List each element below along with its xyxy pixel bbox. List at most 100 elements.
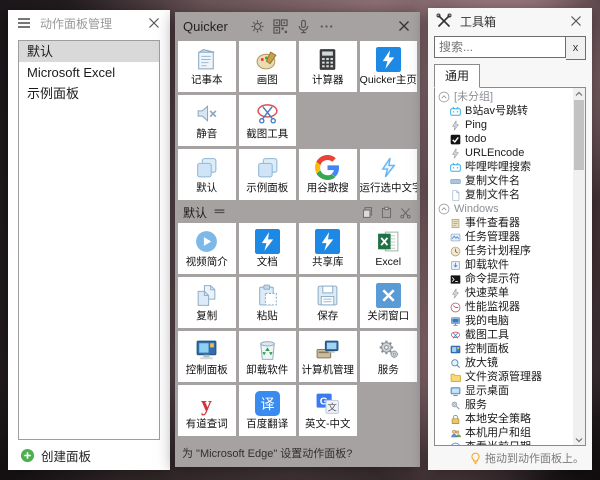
action-label: 默认 [196, 183, 217, 194]
toolbox-item[interactable]: 服务 [437, 398, 571, 412]
context-action-grid: 记事本 画图 计算器 Quicker主页 静音 [175, 40, 420, 202]
action-cell[interactable]: 控制面板 [178, 331, 236, 382]
action-cell[interactable]: 用谷歌搜 [299, 149, 357, 200]
create-panel-button[interactable]: 创建面板 [8, 440, 170, 470]
close-icon[interactable] [146, 15, 162, 31]
toolbox-item-label: Windows [454, 202, 499, 216]
scrollbar[interactable] [573, 88, 585, 445]
toolbox-item[interactable]: 哔哩哔哩搜索 [437, 160, 571, 174]
cut-icon[interactable] [399, 206, 412, 219]
qrcode-icon[interactable] [273, 19, 288, 34]
toolbox-item[interactable]: 控制面板 [437, 342, 571, 356]
toolbox-item[interactable]: 查看当前日期 [437, 440, 571, 445]
toolbox-item[interactable]: 性能监视器 [437, 300, 571, 314]
toolbox-item[interactable]: 复制文件名 [437, 188, 571, 202]
action-cell[interactable]: 截图工具 [239, 95, 297, 146]
toolbox-item-label: 截图工具 [465, 328, 509, 342]
action-cell[interactable]: 卸载软件 [239, 331, 297, 382]
microphone-icon[interactable] [296, 19, 311, 34]
close-icon[interactable] [568, 13, 584, 29]
toolbox-item[interactable]: todo [437, 132, 571, 146]
action-cell[interactable]: 视频简介 [178, 223, 236, 274]
toolbox-item[interactable]: 卸载软件 [437, 258, 571, 272]
panels-icon [255, 155, 280, 180]
action-cell[interactable]: 关闭窗口 [360, 277, 418, 328]
scroll-up-icon[interactable] [573, 88, 585, 99]
drag-tip-label: 拖动到动作面板上。 [485, 450, 584, 466]
close-icon[interactable] [396, 18, 412, 34]
toolbox-item[interactable]: Ping [437, 118, 571, 132]
tab-general[interactable]: 通用 [434, 64, 480, 88]
panel-list: 默认 Microsoft Excel 示例面板 [18, 40, 160, 440]
action-label: 静音 [196, 129, 217, 140]
toolbox-item[interactable]: 我的电脑 [437, 314, 571, 328]
action-label: 截图工具 [246, 129, 288, 140]
toolbox-item-label: 查看当前日期 [465, 440, 531, 445]
panel-list-item[interactable]: 示例面板 [19, 83, 159, 104]
action-label: 计算机管理 [302, 365, 355, 376]
menu-icon[interactable] [213, 206, 226, 219]
action-label: 画图 [257, 75, 278, 86]
toolbox-item-label: 任务管理器 [465, 230, 520, 244]
google-g-icon [315, 155, 340, 180]
action-cell[interactable]: 文档 [239, 223, 297, 274]
toolbox-item[interactable]: 任务计划程序 [437, 244, 571, 258]
svg-text:y: y [201, 392, 212, 416]
more-icon[interactable] [319, 19, 334, 34]
action-cell[interactable]: Excel [360, 223, 418, 274]
action-cell[interactable]: 共享库 [299, 223, 357, 274]
toolbox-item[interactable]: 截图工具 [437, 328, 571, 342]
toolbox-item[interactable]: 复制文件名 [437, 174, 571, 188]
action-cell[interactable]: 记事本 [178, 41, 236, 92]
action-cell[interactable]: 保存 [299, 277, 357, 328]
scrollbar-thumb[interactable] [574, 100, 584, 170]
toolbox-item[interactable]: URLEncode [437, 146, 571, 160]
action-cell[interactable]: 译 百度翻译 [239, 385, 297, 436]
action-cell[interactable]: 静音 [178, 95, 236, 146]
toolbox-item[interactable]: 显示桌面 [437, 384, 571, 398]
action-label: 关闭窗口 [367, 311, 409, 322]
action-cell[interactable]: 服务 [360, 331, 418, 382]
action-cell[interactable]: 运行选中文字 [360, 149, 418, 200]
toolbox-item[interactable]: 放大镜 [437, 356, 571, 370]
toolbox-item[interactable]: 文件资源管理器 [437, 370, 571, 384]
copy-icon[interactable] [361, 206, 374, 219]
paste-icon[interactable] [380, 206, 393, 219]
action-cell[interactable]: 计算机管理 [299, 331, 357, 382]
toolbox-item[interactable]: 本机用户和组 [437, 426, 571, 440]
toolbox-item-group-header[interactable]: Windows [437, 202, 571, 216]
action-cell [299, 95, 357, 146]
chevron-up-circle-icon [438, 91, 450, 103]
toolbox-item[interactable]: 命令提示符 [437, 272, 571, 286]
toolbox-item[interactable]: 快速菜单 [437, 286, 571, 300]
action-cell[interactable]: Quicker主页 [360, 41, 418, 92]
panel-list-item[interactable]: 默认 [19, 41, 159, 62]
gear-icon[interactable] [250, 19, 265, 34]
clear-search-button[interactable]: x [566, 36, 586, 60]
create-panel-label: 创建面板 [41, 446, 91, 465]
quicker-title: Quicker [183, 19, 228, 34]
menu-icon[interactable] [16, 15, 32, 31]
action-label: 控制面板 [186, 365, 228, 376]
action-cell[interactable]: G文 英文-中文 [299, 385, 357, 436]
action-cell[interactable]: y 有道查词 [178, 385, 236, 436]
tv-blue-icon [450, 106, 461, 117]
scroll-down-icon[interactable] [573, 434, 585, 445]
toolbox-item[interactable]: B站av号跳转 [437, 104, 571, 118]
status-text[interactable]: 为 "Microsoft Edge" 设置动作面板? [175, 438, 420, 467]
toolbox-item[interactable]: 本地安全策略 [437, 412, 571, 426]
search-input[interactable] [434, 36, 566, 58]
action-cell[interactable]: 粘贴 [239, 277, 297, 328]
action-cell[interactable]: 示例面板 [239, 149, 297, 200]
toolbox-item[interactable]: 事件查看器 [437, 216, 571, 230]
toolbox-item-group-header[interactable]: [未分组] [437, 90, 571, 104]
action-cell[interactable]: 画图 [239, 41, 297, 92]
lightbulb-icon [469, 452, 482, 465]
toolbox-item[interactable]: 任务管理器 [437, 230, 571, 244]
bolt-outline-icon [376, 155, 401, 180]
action-cell[interactable]: 默认 [178, 149, 236, 200]
action-label: 用谷歌搜 [307, 183, 349, 194]
action-cell[interactable]: 复制 [178, 277, 236, 328]
action-cell[interactable]: 计算器 [299, 41, 357, 92]
panel-list-item[interactable]: Microsoft Excel [19, 62, 159, 83]
